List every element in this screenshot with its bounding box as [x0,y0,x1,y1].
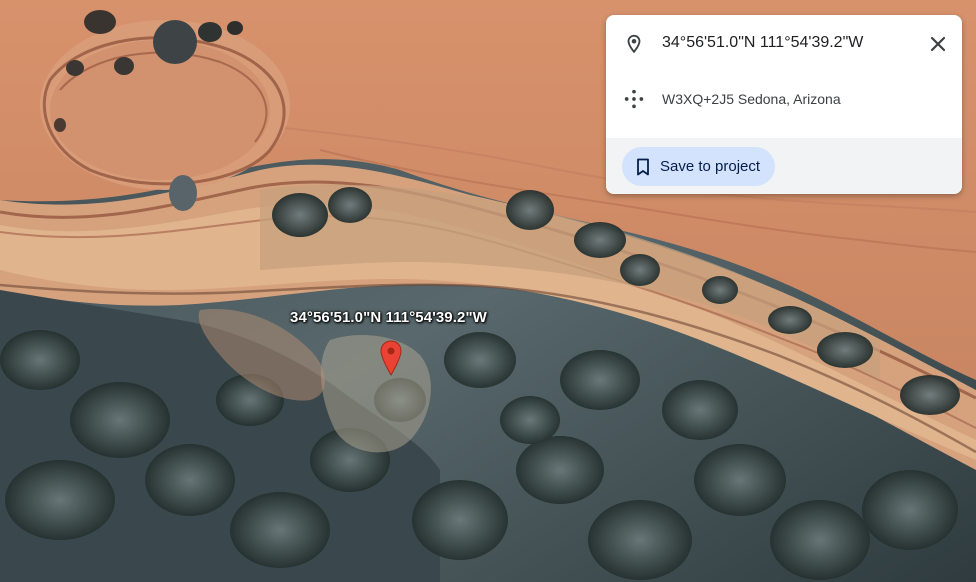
location-info-card: 34°56'51.0"N 111°54'39.2"W W3XQ+2J5 Sedo… [606,15,962,194]
card-footer: Save to project [606,138,962,194]
plus-code-text[interactable]: W3XQ+2J5 Sedona, Arizona [662,91,841,107]
marker-coordinates-label: 34°56'51.0"N 111°54'39.2"W [290,309,487,326]
location-marker-icon[interactable] [380,340,402,376]
close-icon[interactable] [926,32,950,56]
plus-code-row: W3XQ+2J5 Sedona, Arizona [606,86,962,112]
coordinates-text[interactable]: 34°56'51.0"N 111°54'39.2"W [662,34,863,52]
coordinates-row: 34°56'51.0"N 111°54'39.2"W [606,29,962,59]
location-pin-icon [627,34,641,54]
save-to-project-button[interactable]: Save to project [622,147,775,186]
bookmark-icon [637,158,649,176]
plus-code-icon [624,89,644,109]
save-button-label: Save to project [660,158,761,175]
